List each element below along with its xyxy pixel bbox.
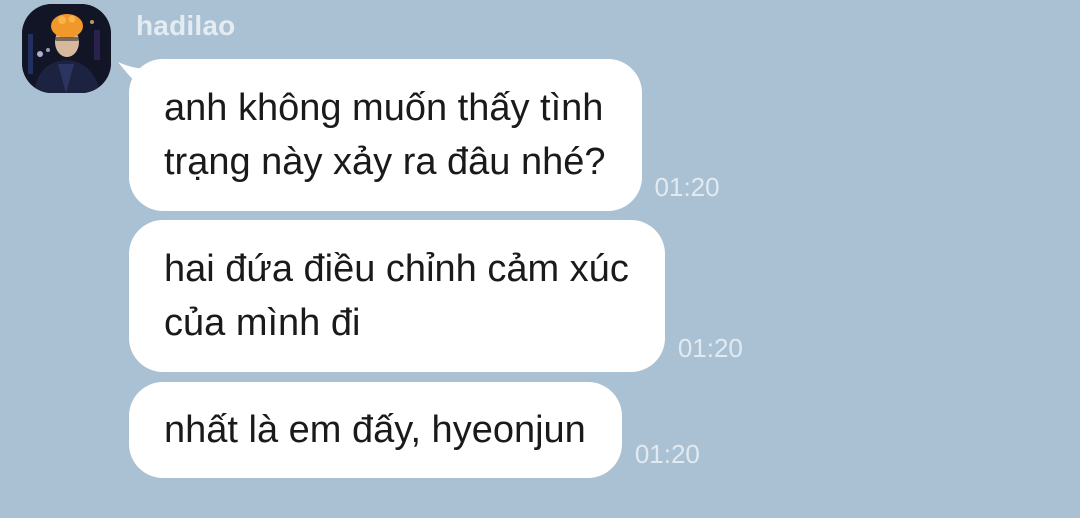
- message-row: nhất là em đấy, hyeonjun 01:20: [129, 382, 700, 478]
- sender-name[interactable]: hadilao: [136, 10, 235, 42]
- message-timestamp: 01:20: [654, 172, 720, 202]
- bubble-tail: [118, 62, 146, 92]
- message-bubble[interactable]: hai đứa điều chỉnh cảm xúc của mình đi: [129, 220, 665, 372]
- sender-avatar[interactable]: [22, 4, 111, 93]
- profile-photo-icon: [22, 4, 111, 93]
- message-row: anh không muốn thấy tình trạng này xảy r…: [129, 59, 720, 211]
- message-bubble[interactable]: anh không muốn thấy tình trạng này xảy r…: [129, 59, 642, 211]
- message-timestamp: 01:20: [677, 333, 743, 363]
- message-timestamp: 01:20: [634, 439, 700, 469]
- message-row: hai đứa điều chỉnh cảm xúc của mình đi 0…: [129, 220, 743, 372]
- message-bubble[interactable]: nhất là em đấy, hyeonjun: [129, 382, 622, 478]
